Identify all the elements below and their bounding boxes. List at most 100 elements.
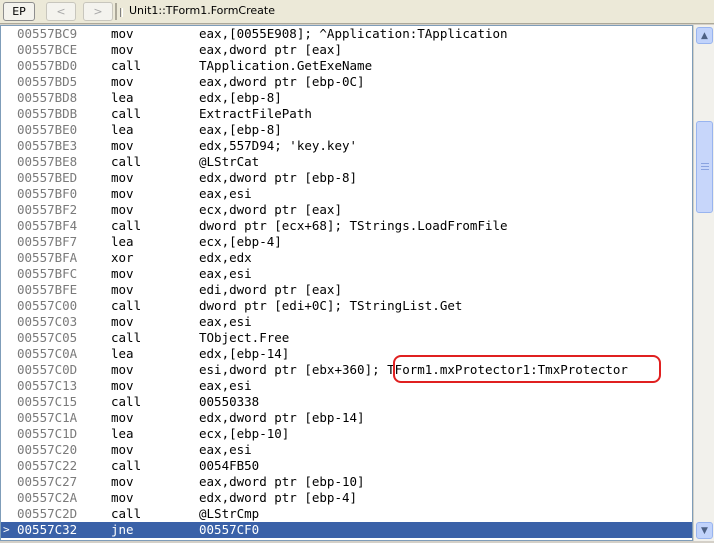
vertical-scrollbar[interactable]: ▲ ▼ bbox=[693, 25, 714, 541]
instruction-address: 00557C03 bbox=[17, 314, 78, 329]
instruction-address: 00557C27 bbox=[17, 474, 78, 489]
instruction-row[interactable]: 00557BF7 lea ecx,[ebp-4] bbox=[1, 234, 692, 250]
instruction-row[interactable]: 00557BF0 mov eax,esi bbox=[1, 186, 692, 202]
instruction-mnemonic: mov bbox=[111, 42, 134, 57]
instruction-mnemonic: call bbox=[111, 330, 142, 345]
instruction-row[interactable]: 00557C03 mov eax,esi bbox=[1, 314, 692, 330]
highlight-annotation bbox=[393, 355, 661, 383]
instruction-mnemonic: mov bbox=[111, 314, 134, 329]
instruction-row[interactable]: 00557C20 mov eax,esi bbox=[1, 442, 692, 458]
instruction-row[interactable]: 00557C27 mov eax,dword ptr [ebp-10] bbox=[1, 474, 692, 490]
instruction-mnemonic: mov bbox=[111, 138, 134, 153]
instruction-mnemonic: mov bbox=[111, 474, 134, 489]
instruction-mnemonic: call bbox=[111, 106, 142, 121]
instruction-address: 00557BF7 bbox=[17, 234, 78, 249]
instruction-address: 00557BE3 bbox=[17, 138, 78, 153]
forward-button[interactable]: > bbox=[83, 2, 113, 21]
instruction-operands: TObject.Free bbox=[199, 330, 290, 345]
instruction-row[interactable]: 00557C1A mov edx,dword ptr [ebp-14] bbox=[1, 410, 692, 426]
instruction-address: 00557C2A bbox=[17, 490, 78, 505]
instruction-operands: edx,557D94; 'key.key' bbox=[199, 138, 358, 153]
instruction-operands: 0054FB50 bbox=[199, 458, 260, 473]
instruction-mnemonic: mov bbox=[111, 490, 134, 505]
instruction-operands: dword ptr [edi+0C]; TStringList.Get bbox=[199, 298, 463, 313]
instruction-address: 00557C2D bbox=[17, 506, 78, 521]
instruction-row[interactable]: 00557BFC mov eax,esi bbox=[1, 266, 692, 282]
instruction-address: 00557C0A bbox=[17, 346, 78, 361]
instruction-row[interactable]: 00557BDB call ExtractFilePath bbox=[1, 106, 692, 122]
instruction-operands: eax,[ebp-8] bbox=[199, 122, 282, 137]
instruction-mnemonic: lea bbox=[111, 234, 134, 249]
instruction-operands: eax,esi bbox=[199, 186, 252, 201]
instruction-mnemonic: call bbox=[111, 394, 142, 409]
instruction-address: 00557BD5 bbox=[17, 74, 78, 89]
disassembly-listing[interactable]: 00557BC9 mov eax,[0055E908]; ^Application:… bbox=[0, 25, 693, 541]
instruction-operands: edx,[ebp-8] bbox=[199, 90, 282, 105]
instruction-operands: eax,esi bbox=[199, 442, 252, 457]
instruction-operands: dword ptr [ecx+68]; TStrings.LoadFromFil… bbox=[199, 218, 508, 233]
instruction-row[interactable]: 00557C15 call 00550338 bbox=[1, 394, 692, 410]
instruction-row[interactable]: 00557C22 call 0054FB50 bbox=[1, 458, 692, 474]
instruction-operands: edx,dword ptr [ebp-4] bbox=[199, 490, 358, 505]
instruction-mnemonic: call bbox=[111, 298, 142, 313]
instruction-address: 00557BF4 bbox=[17, 218, 78, 233]
instruction-row[interactable]: 00557C2D call @LStrCmp bbox=[1, 506, 692, 522]
instruction-row[interactable]: 00557BD5 mov eax,dword ptr [ebp-0C] bbox=[1, 74, 692, 90]
instruction-row[interactable]: 00557BF2 mov ecx,dword ptr [eax] bbox=[1, 202, 692, 218]
grip-icon bbox=[701, 166, 709, 167]
instruction-row[interactable]: 00557BD8 lea edx,[ebp-8] bbox=[1, 90, 692, 106]
grip-icon bbox=[120, 8, 123, 17]
toolbar: EP < > Unit1::TForm1.FormCreate bbox=[0, 0, 714, 24]
instruction-operands: edx,dword ptr [ebp-14] bbox=[199, 410, 365, 425]
scroll-thumb[interactable] bbox=[696, 121, 713, 213]
instruction-mnemonic: mov bbox=[111, 362, 134, 377]
instruction-address: 00557BCE bbox=[17, 42, 78, 57]
grip-icon bbox=[701, 163, 709, 164]
current-line-marker-icon: > bbox=[3, 523, 10, 536]
instruction-row[interactable]: 00557C00 call dword ptr [edi+0C]; TStringL… bbox=[1, 298, 692, 314]
grip-icon bbox=[701, 169, 709, 170]
instruction-address: 00557C22 bbox=[17, 458, 78, 473]
instruction-operands: ecx,[ebp-10] bbox=[199, 426, 290, 441]
instruction-mnemonic: jne bbox=[111, 522, 134, 537]
instruction-mnemonic: call bbox=[111, 218, 142, 233]
instruction-row[interactable]: 00557BC9 mov eax,[0055E908]; ^Application:… bbox=[1, 26, 692, 42]
instruction-row[interactable]: 00557C1D lea ecx,[ebp-10] bbox=[1, 426, 692, 442]
instruction-address: 00557C0D bbox=[17, 362, 78, 377]
scroll-down-button[interactable]: ▼ bbox=[696, 522, 713, 539]
instruction-row[interactable]: 00557BE8 call @LStrCat bbox=[1, 154, 692, 170]
selected-instruction-row[interactable]: >00557C32 jne 00557CF0 bbox=[1, 522, 692, 538]
instruction-row[interactable]: 00557BED mov edx,dword ptr [ebp-8] bbox=[1, 170, 692, 186]
instruction-row[interactable]: 00557BD0 call TApplication.GetExeName bbox=[1, 58, 692, 74]
instruction-operands: edx,[ebp-14] bbox=[199, 346, 290, 361]
instruction-mnemonic: call bbox=[111, 506, 142, 521]
instruction-row[interactable]: 00557BCE mov eax,dword ptr [eax] bbox=[1, 42, 692, 58]
instruction-mnemonic: lea bbox=[111, 122, 134, 137]
instruction-row[interactable]: 00557BFA xor edx,edx bbox=[1, 250, 692, 266]
instruction-row[interactable]: 00557BF4 call dword ptr [ecx+68]; TStrings… bbox=[1, 218, 692, 234]
scroll-up-button[interactable]: ▲ bbox=[696, 27, 713, 44]
instruction-row[interactable]: 00557BE0 lea eax,[ebp-8] bbox=[1, 122, 692, 138]
instruction-row[interactable]: 00557BFE mov edi,dword ptr [eax] bbox=[1, 282, 692, 298]
instruction-mnemonic: mov bbox=[111, 282, 134, 297]
instruction-mnemonic: mov bbox=[111, 74, 134, 89]
instruction-mnemonic: mov bbox=[111, 170, 134, 185]
instruction-address: 00557C15 bbox=[17, 394, 78, 409]
instruction-address: 00557BFC bbox=[17, 266, 78, 281]
instruction-row[interactable]: 00557BE3 mov edx,557D94; 'key.key' bbox=[1, 138, 692, 154]
instruction-operands: edx,dword ptr [ebp-8] bbox=[199, 170, 358, 185]
instruction-mnemonic: call bbox=[111, 154, 142, 169]
instruction-mnemonic: mov bbox=[111, 442, 134, 457]
procedure-title: Unit1::TForm1.FormCreate bbox=[129, 4, 275, 17]
instruction-row[interactable]: 00557C2A mov edx,dword ptr [ebp-4] bbox=[1, 490, 692, 506]
instruction-mnemonic: mov bbox=[111, 26, 134, 41]
instruction-operands: eax,dword ptr [ebp-0C] bbox=[199, 74, 365, 89]
instruction-row[interactable]: 00557C05 call TObject.Free bbox=[1, 330, 692, 346]
instruction-address: 00557C20 bbox=[17, 442, 78, 457]
instruction-mnemonic: call bbox=[111, 458, 142, 473]
back-button[interactable]: < bbox=[46, 2, 76, 21]
instruction-address: 00557C13 bbox=[17, 378, 78, 393]
instruction-address: 00557BFA bbox=[17, 250, 78, 265]
entry-point-button[interactable]: EP bbox=[3, 2, 35, 21]
instruction-address: 00557BF0 bbox=[17, 186, 78, 201]
